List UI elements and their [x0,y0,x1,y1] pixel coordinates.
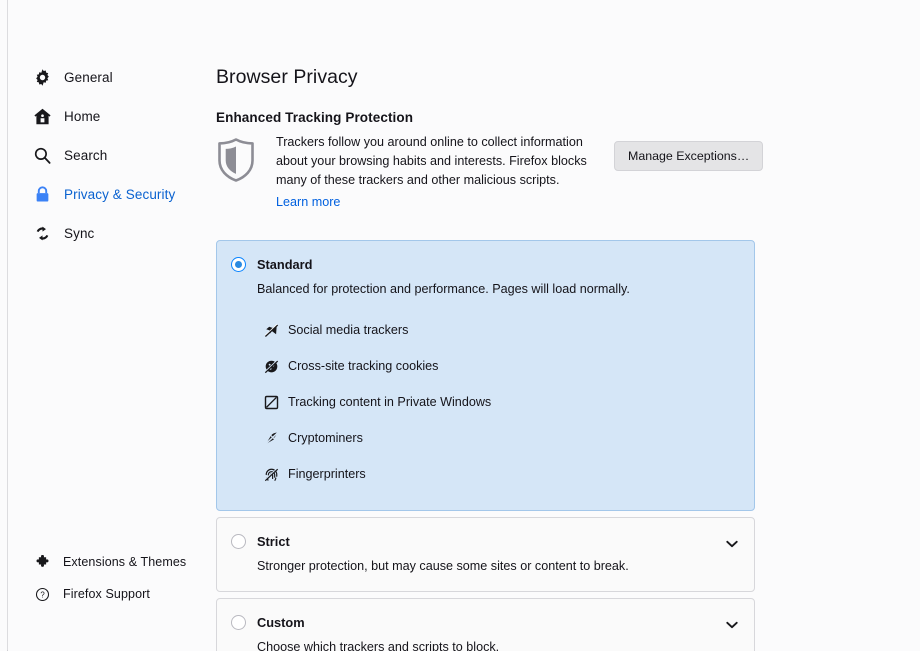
preferences-main-pane: Browser Privacy Enhanced Tracking Protec… [216,0,920,651]
sidebar-bottom-links: Extensions & Themes ? Firefox Support [34,550,224,614]
tracker-label: Cryptominers [288,431,363,445]
preferences-sidebar: General Home Search [8,0,216,651]
sidebar-item-label: Home [64,109,100,124]
panel-description: Balanced for protection and performance.… [217,272,754,304]
sidebar-item-label: Extensions & Themes [63,555,186,569]
manage-exceptions-button[interactable]: Manage Exceptions… [614,141,763,171]
section-title-enhanced-tracking-protection: Enhanced Tracking Protection [216,110,413,125]
sidebar-item-label: Sync [64,226,94,241]
sidebar-item-label: Privacy & Security [64,187,175,202]
tracker-label: Cross-site tracking cookies [288,359,438,373]
sidebar-item-general[interactable]: General [32,62,212,92]
panel-header: Standard [217,241,754,272]
radio-strict[interactable] [231,534,246,549]
tracker-item: Tracking content in Private Windows [264,384,754,420]
sidebar-item-search[interactable]: Search [32,140,212,170]
panel-title: Strict [257,534,290,549]
social-media-tracker-blocked-icon [264,323,279,338]
shield-icon [216,133,260,211]
etp-intro-block: Trackers follow you around online to col… [216,133,756,211]
sync-icon [32,223,52,243]
cookie-blocked-icon [264,359,279,374]
protection-level-panels: Standard Balanced for protection and per… [216,240,755,651]
panel-title: Standard [257,257,312,272]
sidebar-item-label: Firefox Support [63,587,150,601]
puzzle-piece-icon [34,554,50,570]
tracker-label: Social media trackers [288,323,408,337]
tracker-item: Fingerprinters [264,456,754,492]
sidebar-item-privacy-and-security[interactable]: Privacy & Security [32,179,212,209]
gear-icon [32,67,52,87]
page-title: Browser Privacy [216,66,358,89]
panel-body: Strict Stronger protection, but may caus… [217,518,754,591]
panel-description: Stronger protection, but may cause some … [217,549,754,573]
tracker-item: Social media trackers [264,312,754,348]
question-circle-icon: ? [34,586,50,602]
sidebar-item-home[interactable]: Home [32,101,212,131]
etp-intro-text: Trackers follow you around online to col… [276,133,596,211]
fingerprinter-blocked-icon [264,467,279,482]
tracking-content-blocked-icon [264,395,279,410]
search-icon [32,145,52,165]
tracker-label: Tracking content in Private Windows [288,395,491,409]
tracker-item: Cross-site tracking cookies [264,348,754,384]
sidebar-item-label: Search [64,148,107,163]
sidebar-item-label: General [64,70,113,85]
learn-more-link[interactable]: Learn more [276,195,340,209]
svg-text:?: ? [40,590,45,599]
blocked-tracker-list: Social media trackers [217,304,754,492]
panel-description: Choose which trackers and scripts to blo… [217,630,754,651]
sidebar-item-firefox-support[interactable]: ? Firefox Support [34,582,224,606]
home-icon [32,106,52,126]
chevron-down-icon[interactable] [726,535,738,553]
radio-custom[interactable] [231,615,246,630]
tracker-item: Cryptominers [264,420,754,456]
sidebar-item-extensions-and-themes[interactable]: Extensions & Themes [34,550,224,574]
panel-body: Standard Balanced for protection and per… [217,241,754,510]
radio-standard[interactable] [231,257,246,272]
panel-header: Strict [217,518,754,549]
panel-body: Custom Choose which trackers and scripts… [217,599,754,651]
protection-panel-custom[interactable]: Custom Choose which trackers and scripts… [216,598,755,651]
etp-description: Trackers follow you around online to col… [276,133,596,190]
protection-panel-strict[interactable]: Strict Stronger protection, but may caus… [216,517,755,592]
chevron-down-icon[interactable] [726,616,738,634]
sidebar-nav-list: General Home Search [32,62,212,257]
panel-header: Custom [217,599,754,630]
lock-icon [32,184,52,204]
protection-panel-standard[interactable]: Standard Balanced for protection and per… [216,240,755,511]
panel-title: Custom [257,615,305,630]
tracker-label: Fingerprinters [288,467,366,481]
cryptominer-blocked-icon [264,431,279,446]
sidebar-item-sync[interactable]: Sync [32,218,212,248]
